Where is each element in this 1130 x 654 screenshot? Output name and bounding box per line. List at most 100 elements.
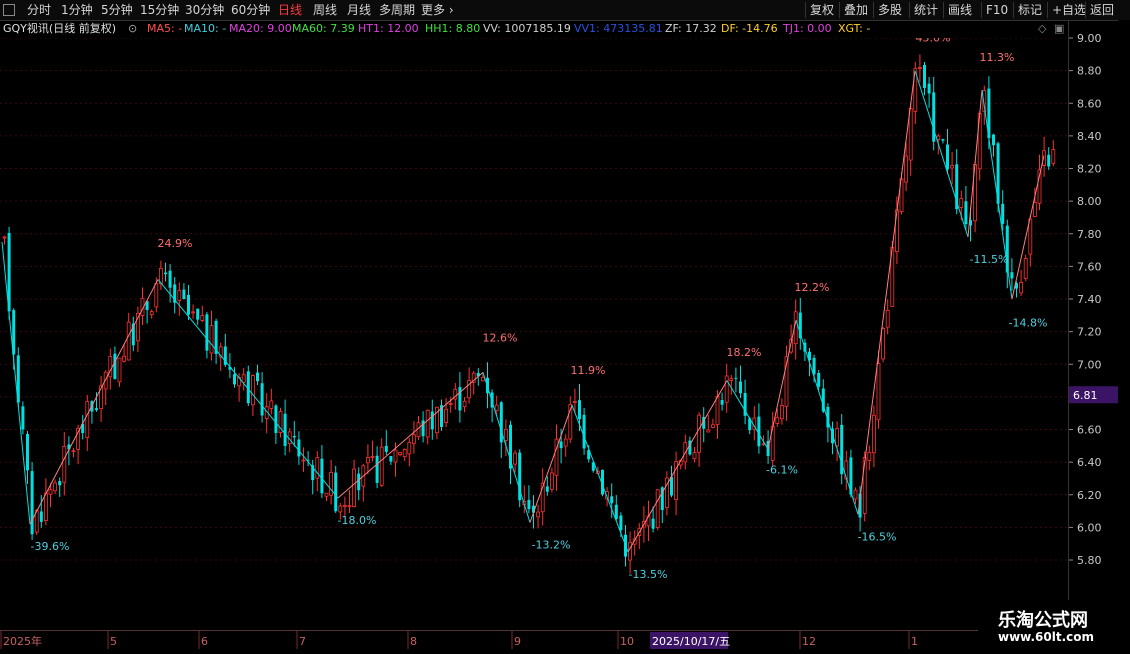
candle-body [950,165,954,169]
candle-body [283,413,287,446]
toolbar-button-5[interactable]: F10 [986,1,1008,19]
tab-period-5[interactable]: 60分钟 [231,1,270,19]
toolbar-button-0[interactable]: 复权 [810,1,834,19]
candle-body [357,473,361,491]
menu-icon[interactable] [3,4,15,16]
swing-percent-label: 11.9% [571,364,606,377]
candle-body [692,452,697,460]
candle-body [1047,154,1051,167]
candle-body [513,452,517,465]
price-tick-label: 8.20 [1077,163,1102,176]
candle-body [1010,272,1014,279]
tab-period-0[interactable]: 分时 [27,1,51,19]
candle-body [58,481,62,486]
candle-body [108,356,113,378]
tab-period-8[interactable]: 月线 [347,1,371,19]
window-icon[interactable]: ▣ [1054,20,1064,38]
tab-period-7[interactable]: 周线 [313,1,337,19]
toolbar-divider [805,2,806,18]
candle-body [536,511,540,518]
chevron-down-icon[interactable]: ⊙ [128,20,137,38]
candle-body [527,499,531,510]
toolbar-divider [1013,2,1014,18]
candle-body [379,446,384,486]
candle-body [39,511,43,522]
toolbar-button-4[interactable]: 画线 [948,1,972,19]
toolbar-button-7[interactable]: +自选 [1052,1,1086,19]
candle-body [117,357,122,383]
candle-body [494,404,499,411]
tab-period-1[interactable]: 1分钟 [61,1,93,19]
kline-chart[interactable]: -39.6% 24.9% -18.0% 12.6% -13.2% 11.9% -13.5% 1… [0,38,1068,630]
tab-period-10[interactable]: 更多 › [421,1,454,19]
toolbar-button-6[interactable]: 标记 [1018,1,1042,19]
candle-body [44,492,48,521]
candle-body [269,400,274,409]
toolbar-button-1[interactable]: 叠加 [844,1,868,19]
zigzag-segment [337,372,484,499]
tab-period-2[interactable]: 5分钟 [101,1,133,19]
candle-body [301,459,306,462]
tab-period-4[interactable]: 30分钟 [185,1,224,19]
candle-body [95,408,98,411]
candle-body [835,428,839,447]
candle-body [619,515,623,530]
candle-body [444,408,449,423]
candle-body [578,400,581,420]
candle-body [918,67,922,69]
price-tick-label: 7.80 [1077,228,1102,241]
candle-body [30,471,34,535]
candle-body [187,294,190,315]
zf-value: ZF: 17.32 [665,22,717,35]
candle-body [480,377,485,382]
candle-body [729,378,734,381]
candle-body [610,496,614,504]
price-tick-label: 6.00 [1077,521,1102,534]
toolbar-button-8[interactable]: 返回 [1090,1,1114,19]
swing-percent-label: 45.0% [916,38,951,44]
swing-percent-label: -13.2% [532,539,571,552]
swing-percent-label: 24.9% [158,237,193,250]
candle-body [164,272,167,275]
stock-title[interactable]: GQY视讯(日线 前复权) [3,20,116,38]
candle-body [458,387,462,411]
candle-body [932,92,936,142]
toolbar-button-2[interactable]: 多股 [878,1,902,19]
candle-body [407,442,412,455]
candle-body [1028,218,1033,255]
candle-body [53,482,57,492]
tab-period-6[interactable]: 日线 [278,1,302,19]
candle-body [329,472,334,496]
candle-body [2,236,7,239]
candle-body [196,308,200,320]
chart-grid [0,38,1068,561]
date-tick-label: 2025年 [3,634,42,648]
candle-body [946,144,949,170]
zigzag-segment [29,279,159,525]
candle-body [122,355,126,362]
tj1-value: TJ1: 0.00 [783,22,832,35]
tab-period-9[interactable]: 多周期 [379,1,415,19]
date-tick-label: 1 [911,635,918,648]
tab-period-3[interactable]: 15分钟 [140,1,179,19]
price-tick-label: 8.80 [1077,65,1102,78]
candle-body [651,518,655,529]
candle-body [191,311,196,314]
candle-body [941,139,945,141]
site-watermark: 乐淘公式网 www.60lt.com [978,600,1130,650]
toolbar-divider [1085,2,1086,18]
zigzag-segment [1011,155,1045,300]
candle-body [48,489,53,495]
candle-body [430,411,434,430]
candle-body [1051,149,1056,164]
candle-body [867,452,872,461]
candle-body [724,375,729,403]
zigzag-segment [1,241,31,525]
current-price-label: 6.81 [1073,389,1098,402]
toolbar-button-3[interactable]: 统计 [914,1,938,19]
diamond-icon[interactable]: ◇ [1038,20,1046,38]
candle-body [670,476,673,496]
candle-body [499,402,503,443]
candle-body [177,289,182,301]
candle-body [241,374,246,383]
